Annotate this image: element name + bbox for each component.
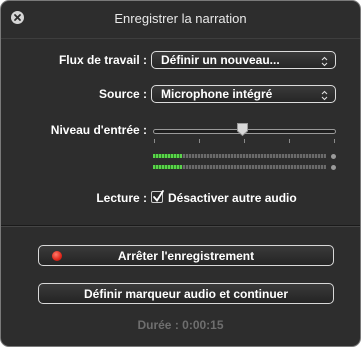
divider <box>1 225 360 227</box>
mute-other-audio-checkbox[interactable] <box>151 190 164 203</box>
workflow-popup[interactable]: Définir un nouveau... <box>151 51 336 69</box>
slider-tick <box>154 139 155 143</box>
duration-text: Durée : 0:00:15 <box>137 318 224 332</box>
level-meter-left <box>153 154 326 158</box>
peak-indicator <box>331 154 336 159</box>
stop-recording-label: Arrêter l'enregistrement <box>117 249 255 263</box>
input-level-label: Niveau d'entrée : <box>50 123 147 137</box>
title-bar: Enregistrer la narration <box>1 1 360 39</box>
source-value: Microphone intégré <box>161 87 273 101</box>
source-popup[interactable]: Microphone intégré <box>151 85 336 103</box>
mute-other-audio-label: Désactiver autre audio <box>168 191 297 205</box>
input-level-slider-knob[interactable] <box>236 122 249 142</box>
workflow-label: Flux de travail : <box>58 53 147 67</box>
popup-arrows-icon <box>321 54 328 72</box>
popup-arrows-icon <box>321 88 328 106</box>
peak-indicator <box>331 165 336 170</box>
level-meter-right-fill <box>153 165 183 169</box>
set-audio-marker-button[interactable]: Définir marqueur audio et continuer <box>38 283 334 304</box>
stop-recording-button[interactable]: Arrêter l'enregistrement <box>38 245 334 266</box>
set-audio-marker-label: Définir marqueur audio et continuer <box>83 287 289 301</box>
slider-tick <box>199 139 200 143</box>
level-meter-right <box>153 165 326 169</box>
level-meter-left-fill <box>153 154 183 158</box>
slider-tick <box>334 139 335 143</box>
slider-tick <box>289 139 290 143</box>
window-title: Enregistrer la narration <box>114 11 247 26</box>
record-narration-panel: Enregistrer la narration Flux de travail… <box>0 0 361 347</box>
workflow-value: Définir un nouveau... <box>161 53 280 67</box>
playback-label: Lecture : <box>96 191 147 205</box>
source-label: Source : <box>98 87 147 101</box>
